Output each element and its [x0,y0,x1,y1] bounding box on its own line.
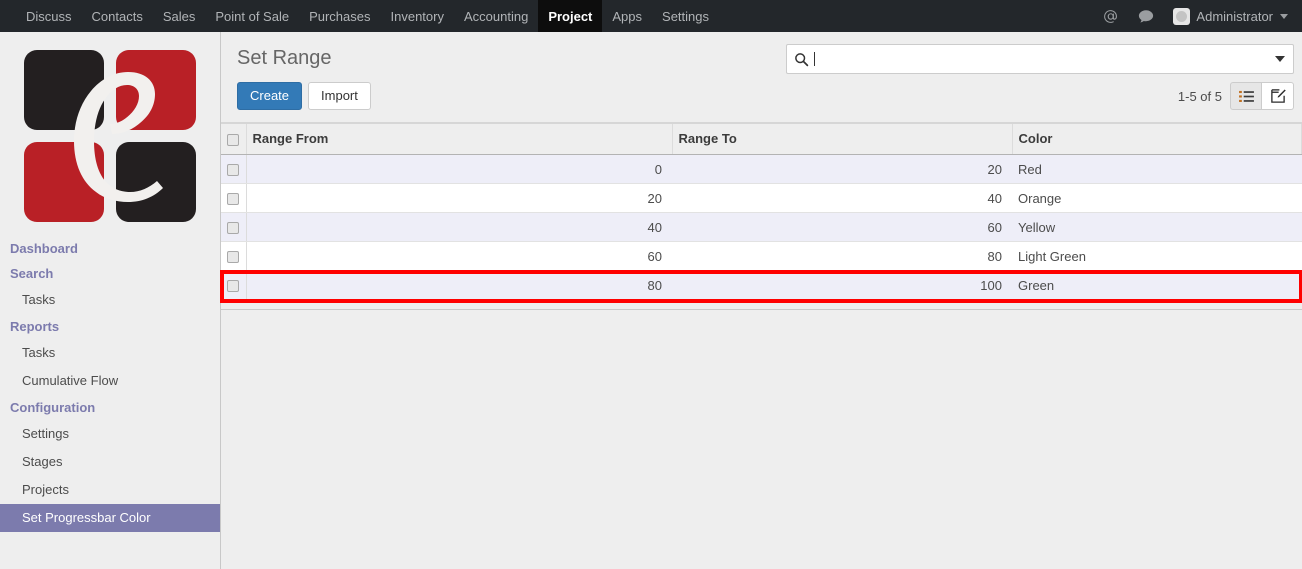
cell-color: Yellow [1012,212,1302,242]
search-input[interactable] [786,44,1294,74]
list-view: Range From Range To Color 0 20 Red 20 40 Oran… [220,123,1302,303]
records-table: Range From Range To Color 0 20 Red 20 40 Oran… [221,124,1302,300]
nav-item-apps[interactable]: Apps [602,0,652,32]
user-name-label: Administrator [1196,8,1273,24]
column-header-range-from[interactable]: Range From [246,124,673,155]
cell-range-from: 60 [246,241,672,271]
column-header-range-to[interactable]: Range To [672,124,1013,155]
form-view-icon[interactable] [1262,82,1294,110]
table-header-row: Range From Range To Color [221,124,1302,155]
sidebar-item-settings[interactable]: Settings [0,420,220,448]
sidebar-item-stages[interactable]: Stages [0,448,220,476]
import-button[interactable]: Import [308,82,371,110]
cell-color: Green [1012,270,1302,300]
select-all-header [221,124,247,155]
cell-color: Light Green [1012,241,1302,271]
main-menu: Discuss Contacts Sales Point of Sale Purchas… [0,0,719,32]
pager-label[interactable]: 1-5 of 5 [1178,89,1222,104]
view-switcher [1230,82,1294,110]
chevron-down-icon [1280,13,1288,19]
cell-range-to: 60 [672,212,1012,242]
nav-item-purchases[interactable]: Purchases [299,0,380,32]
avatar [1173,7,1191,25]
sidebar-item-set-progressbar-color[interactable]: Set Progressbar Color [0,504,220,532]
table-row[interactable]: 0 20 Red [221,154,1302,184]
control-panel: Set Range Create Import 1-5 of 5 [221,32,1302,123]
column-header-color[interactable]: Color [1012,124,1302,155]
sidebar: Dashboard Search Tasks Reports Tasks Cumulati… [0,32,221,569]
cell-range-to: 100 [672,270,1012,300]
row-checkbox[interactable] [227,280,240,293]
nav-item-discuss[interactable]: Discuss [16,0,82,32]
magnifier-icon [794,52,809,67]
sidebar-item-tasks[interactable]: Tasks [0,339,220,367]
search-text-value[interactable] [814,51,1269,67]
row-checkbox[interactable] [227,164,240,177]
empty-area [221,310,1302,569]
top-navbar: Discuss Contacts Sales Point of Sale Purchas… [0,0,1302,32]
nav-item-sales[interactable]: Sales [153,0,206,32]
table-row[interactable]: 60 80 Light Green [221,241,1302,271]
search-area [786,44,1294,74]
app-shell: Dashboard Search Tasks Reports Tasks Cumulati… [0,32,1302,569]
cell-range-to: 40 [672,183,1012,213]
table-footer [221,300,1302,310]
main-content: Set Range Create Import 1-5 of 5 Range F… [220,32,1302,569]
navbar-right-tools: Administrator [1096,0,1302,32]
nav-item-project[interactable]: Project [538,0,603,32]
row-select-cell [221,154,247,184]
table-row[interactable]: 40 60 Yellow [221,212,1302,242]
table-row[interactable]: 80 100 Green [221,270,1302,300]
cell-color: Orange [1012,183,1302,213]
sidebar-section-dashboard[interactable]: Dashboard [0,236,220,261]
logo-container [0,32,220,236]
create-button[interactable]: Create [237,82,303,110]
cell-range-to: 20 [672,154,1012,184]
sidebar-section-reports[interactable]: Reports [0,314,220,339]
row-select-cell [221,183,247,213]
chat-bubble-icon[interactable] [1131,9,1161,24]
page-title: Set Range [237,47,332,69]
company-logo [24,50,196,222]
row-checkbox[interactable] [227,222,240,235]
nav-item-inventory[interactable]: Inventory [381,0,454,32]
nav-item-accounting[interactable]: Accounting [454,0,538,32]
sidebar-menu: Dashboard Search Tasks Reports Tasks Cumulati… [0,236,220,532]
logo-e-glyph [74,72,163,202]
nav-item-contacts[interactable]: Contacts [82,0,153,32]
row-select-cell [221,212,247,242]
sidebar-item-projects[interactable]: Projects [0,476,220,504]
cell-range-from: 20 [246,183,672,213]
sidebar-item-cumulative-flow[interactable]: Cumulative Flow [0,367,220,395]
select-all-checkbox[interactable] [227,133,240,146]
cell-range-from: 40 [246,212,672,242]
row-checkbox[interactable] [227,251,240,264]
row-select-cell [221,241,247,271]
row-select-cell [221,270,247,300]
pager-and-views: 1-5 of 5 [1178,82,1294,110]
row-checkbox[interactable] [227,193,240,206]
table-row[interactable]: 20 40 Orange [221,183,1302,213]
sidebar-section-configuration[interactable]: Configuration [0,395,220,420]
user-menu[interactable]: Administrator [1167,7,1292,25]
cell-range-from: 0 [246,154,672,184]
table-body: 0 20 Red 20 40 Orange 40 60 Yellow 60 80 Light Gree… [221,154,1302,300]
cell-color: Red [1012,154,1302,184]
list-view-icon[interactable] [1230,82,1262,110]
nav-item-point-of-sale[interactable]: Point of Sale [205,0,299,32]
cell-range-to: 80 [672,241,1012,271]
caret-down-icon[interactable] [1275,56,1285,62]
sidebar-item-tasks[interactable]: Tasks [0,286,220,314]
sidebar-section-search[interactable]: Search [0,261,220,286]
cell-range-from: 80 [246,270,672,300]
nav-item-settings[interactable]: Settings [652,0,719,32]
at-sign-icon[interactable] [1096,9,1125,24]
